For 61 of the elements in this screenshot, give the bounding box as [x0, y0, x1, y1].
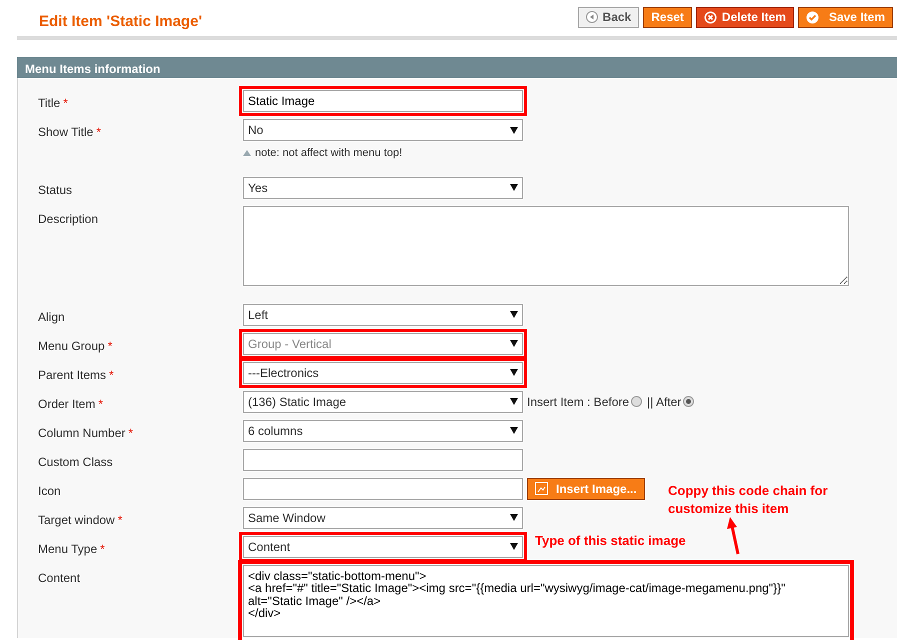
input-field[interactable]: Static Image — [243, 90, 523, 112]
dropdown-arrow-icon — [510, 126, 518, 134]
annotation-text: Coppy this code chain for customize this item — [668, 482, 829, 518]
required-mark: * — [128, 426, 134, 440]
required-mark: * — [109, 368, 114, 382]
field-label: Target window — [38, 512, 115, 526]
radio-button[interactable] — [631, 396, 642, 407]
code-textarea[interactable]: <div class="static-bottom-menu"> <a href="#" title="Static Image"><img src="{{media url="wysiwyg/image-cat/image-megamenu.png"}}" alt="Static Image" /></a> </div> — [243, 564, 849, 636]
select-field[interactable]: Left — [243, 304, 523, 326]
field-label: Custom Class — [38, 454, 113, 468]
radio-label: || After — [647, 394, 682, 410]
dropdown-arrow-icon — [510, 398, 518, 405]
field-label: Order Item — [38, 396, 96, 410]
field-label: Menu Group — [38, 338, 105, 352]
select-field[interactable]: Yes — [243, 176, 523, 198]
field-label: Title — [38, 96, 60, 110]
dropdown-arrow-icon — [510, 369, 518, 376]
field-note: note: not affect with menu top! — [255, 146, 402, 161]
field-label: Menu Type — [38, 542, 98, 556]
delete-button[interactable]: Delete Item — [696, 6, 794, 28]
dropdown-arrow-icon — [510, 340, 518, 347]
field-label: Show Title — [38, 125, 94, 139]
dropdown-arrow-icon — [510, 514, 518, 521]
back-button[interactable]: Back — [578, 6, 640, 28]
back-icon — [586, 11, 598, 23]
page-title: Edit Item 'Static Image' — [39, 12, 202, 32]
annotation-text: Type of this static image — [535, 532, 686, 550]
field-label: Align — [38, 310, 65, 324]
section-header: Menu Items information — [17, 57, 897, 78]
field-label: Status — [38, 182, 72, 196]
select-field[interactable]: ---Electronics — [243, 362, 523, 384]
radio-button[interactable] — [683, 396, 694, 407]
field-label: Parent Items — [38, 368, 106, 382]
dropdown-arrow-icon — [510, 311, 518, 318]
field-label: Content — [38, 570, 80, 584]
field-label: Column Number — [38, 426, 126, 440]
select-field[interactable]: No — [243, 119, 523, 141]
check-icon — [806, 10, 819, 24]
image-icon — [535, 482, 548, 495]
select-field[interactable]: Same Window — [243, 506, 523, 528]
input-field[interactable] — [243, 448, 523, 470]
required-mark: * — [63, 96, 68, 110]
required-mark: * — [98, 396, 104, 410]
triangle-icon — [243, 150, 251, 156]
required-mark: * — [100, 542, 105, 556]
radio-label: Insert Item : Before — [527, 394, 630, 410]
required-mark: * — [108, 338, 112, 352]
input-field[interactable] — [243, 478, 523, 500]
select-field[interactable]: (136) Static Image — [243, 390, 523, 412]
field-label: Description — [38, 212, 98, 226]
required-mark: * — [118, 512, 122, 526]
field-label: Icon — [38, 484, 61, 498]
arrow — [727, 517, 741, 555]
select-field[interactable]: 6 columns — [243, 420, 523, 442]
close-icon — [704, 10, 717, 24]
textarea-field[interactable] — [243, 206, 849, 286]
required-mark: * — [96, 125, 102, 139]
dropdown-arrow-icon — [510, 543, 518, 550]
select-field[interactable]: Content — [243, 536, 523, 558]
dropdown-arrow-icon — [510, 184, 518, 191]
dropdown-arrow-icon — [510, 427, 518, 434]
